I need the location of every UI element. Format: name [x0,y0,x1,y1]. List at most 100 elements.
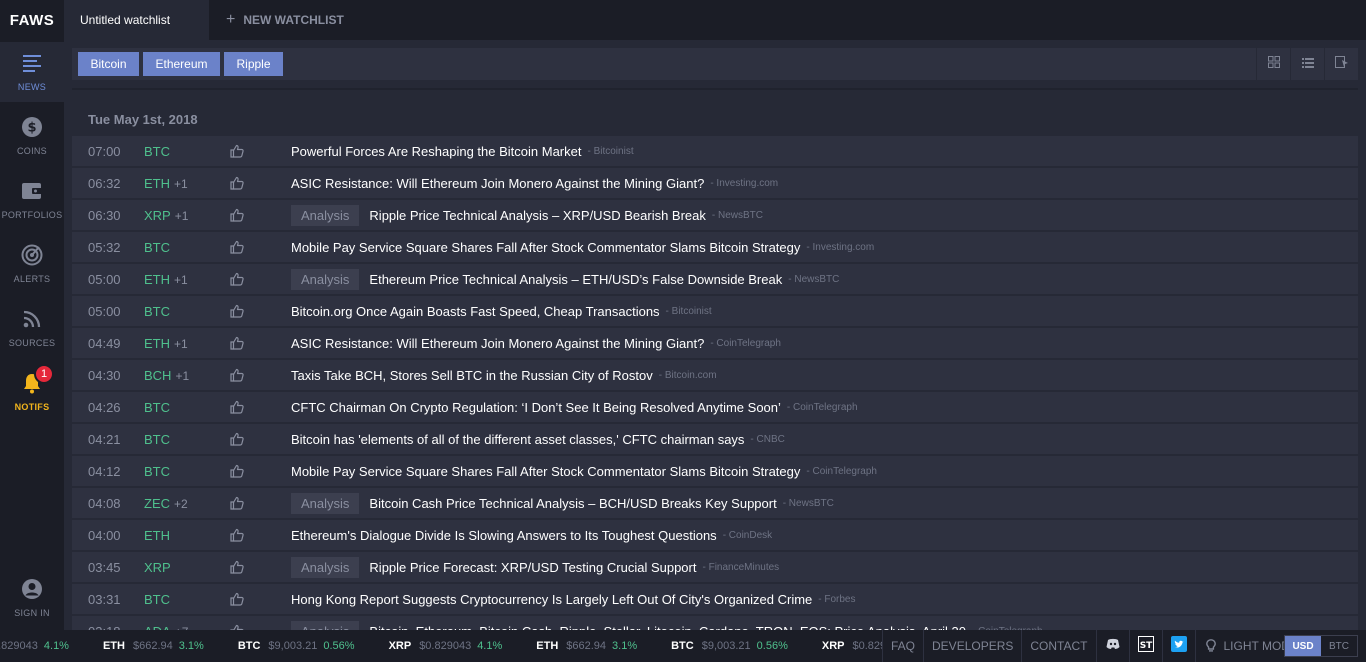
news-title[interactable]: Mobile Pay Service Square Shares Fall Af… [291,240,800,255]
sidebar-item-coins[interactable]: $ COINS [0,106,64,166]
thumbs-up-icon[interactable] [230,432,244,446]
news-coin[interactable]: ETH +1 [144,176,188,191]
filter-chip-bitcoin[interactable]: Bitcoin [78,52,139,76]
news-row[interactable]: 05:00 BTC Bitcoin.org Once Again Boasts Fa… [72,296,1358,326]
new-watchlist-button[interactable]: + NEW WATCHLIST [226,0,344,40]
news-row[interactable]: 04:49 ETH +1 ASIC Resistance: Will Ethereum… [72,328,1358,358]
tab-untitled-watchlist[interactable]: Untitled watchlist [64,0,209,40]
ticker-item[interactable]: 0.829043 4.1% [0,640,69,652]
news-title[interactable]: Bitcoin Cash Price Technical Analysis – … [369,496,776,511]
news-coin[interactable]: BTC [144,304,170,319]
news-row[interactable]: 04:08 ZEC +2 Analysis Bitcoin Cash Price Tec… [72,488,1358,518]
news-row[interactable]: 06:30 XRP +1 Analysis Ripple Price Technical… [72,200,1358,230]
thumbs-up-icon[interactable] [230,176,244,190]
thumbs-up-icon[interactable] [230,400,244,414]
stocktwits-button[interactable]: ST [1128,630,1162,662]
news-coin[interactable]: ETH [144,528,170,543]
thumbs-up-icon[interactable] [230,144,244,158]
filter-chip-ethereum[interactable]: Ethereum [143,52,220,76]
developers-link[interactable]: DEVELOPERS [923,630,1021,662]
news-row[interactable]: 05:00 ETH +1 Analysis Ethereum Price Technic… [72,264,1358,294]
news-coin[interactable]: BTC [144,400,170,415]
news-title[interactable]: Ethereum Price Technical Analysis – ETH/… [369,272,782,287]
sidebar-item-news[interactable]: NEWS [0,42,64,102]
thumbs-up-icon[interactable] [230,304,244,318]
sidebar-item-sources[interactable]: SOURCES [0,298,64,358]
ticker-item[interactable]: ETH $662.94 3.1% [536,640,637,652]
thumbs-up-icon[interactable] [230,528,244,542]
grid-view-button[interactable] [1256,48,1290,80]
news-coin[interactable]: ZEC +2 [144,496,188,511]
analysis-tag[interactable]: Analysis [291,492,360,514]
news-coin[interactable]: BTC [144,432,170,447]
ticker-item[interactable]: BTC $9,003.21 0.56% [671,640,788,652]
sidebar-item-signin[interactable]: SIGN IN [0,568,64,628]
thumbs-up-icon[interactable] [230,496,244,510]
discord-button[interactable] [1095,630,1129,662]
list-view-button[interactable] [1290,48,1324,80]
news-row[interactable]: 03:45 XRP Analysis Ripple Price Forecast: X… [72,552,1358,582]
news-title[interactable]: Bitcoin has 'elements of all of the diff… [291,432,744,447]
news-title[interactable]: Ripple Price Technical Analysis – XRP/US… [369,208,705,223]
news-coin[interactable]: BTC [144,144,170,159]
cursor-view-button[interactable] [1324,48,1358,80]
sidebar-item-notifs[interactable]: 1 NOTIFS [0,362,64,422]
news-row[interactable]: 04:12 BTC Mobile Pay Service Square Shares… [72,456,1358,486]
news-row[interactable]: 07:00 BTC Powerful Forces Are Reshaping th… [72,136,1358,166]
news-content: Bitcoin has 'elements of all of the diff… [291,432,785,447]
analysis-tag[interactable]: Analysis [291,556,360,578]
news-coin[interactable]: ETH +1 [144,336,188,351]
faq-link[interactable]: FAQ [882,630,923,662]
news-title[interactable]: Taxis Take BCH, Stores Sell BTC in the R… [291,368,653,383]
twitter-button[interactable] [1161,630,1195,662]
news-row[interactable]: 04:21 BTC Bitcoin has 'elements of all of … [72,424,1358,454]
news-title[interactable]: Ethereum's Dialogue Divide Is Slowing An… [291,528,717,543]
news-row[interactable]: 04:30 BCH +1 Taxis Take BCH, Stores Sell BT… [72,360,1358,390]
sidebar-item-label: ALERTS [13,274,51,284]
thumbs-up-icon[interactable] [230,336,244,350]
news-title[interactable]: Ripple Price Forecast: XRP/USD Testing C… [369,560,696,575]
news-coin[interactable]: XRP +1 [144,208,188,223]
ticker-item[interactable]: BTC $9,003.21 0.56% [238,640,355,652]
news-coin[interactable]: BTC [144,240,170,255]
news-title[interactable]: Powerful Forces Are Reshaping the Bitcoi… [291,144,581,159]
news-coin[interactable]: BTC [144,464,170,479]
news-content: Taxis Take BCH, Stores Sell BTC in the R… [291,368,717,383]
ticker-item[interactable]: XRP$0.8290434.1% [822,640,882,652]
news-row[interactable]: 05:32 BTC Mobile Pay Service Square Shares… [72,232,1358,262]
news-row[interactable]: 06:32 ETH +1 ASIC Resistance: Will Ethereum… [72,168,1358,198]
app-logo[interactable]: FAWS [0,0,64,40]
thumbs-up-icon[interactable] [230,464,244,478]
sidebar-item-portfolios[interactable]: PORTFOLIOS [0,170,64,230]
thumbs-up-icon[interactable] [230,272,244,286]
news-coin[interactable]: XRP [144,560,171,575]
news-coin[interactable]: BCH +1 [144,368,189,383]
thumbs-up-icon[interactable] [230,368,244,382]
analysis-tag[interactable]: Analysis [291,268,360,290]
news-title[interactable]: ASIC Resistance: Will Ethereum Join Mone… [291,176,704,191]
contact-link[interactable]: CONTACT [1021,630,1095,662]
ticker-item[interactable]: XRP$0.8290434.1% [389,640,503,652]
filter-chip-ripple[interactable]: Ripple [224,52,283,76]
news-coin[interactable]: BTC [144,592,170,607]
thumbs-up-icon[interactable] [230,240,244,254]
sidebar-item-alerts[interactable]: ALERTS [0,234,64,294]
news-row[interactable]: 04:00 ETH Ethereum's Dialogue Divide Is Sl… [72,520,1358,550]
thumbs-up-icon[interactable] [230,592,244,606]
news-title[interactable]: Bitcoin.org Once Again Boasts Fast Speed… [291,304,660,319]
ticker-item[interactable]: ETH $662.94 3.1% [103,640,204,652]
currency-btc[interactable]: BTC [1321,636,1357,656]
currency-usd[interactable]: USD [1285,636,1321,656]
news-title[interactable]: CFTC Chairman On Crypto Regulation: ‘I D… [291,400,781,415]
thumbs-up-icon[interactable] [230,208,244,222]
ticker-price: $0.829043 [852,640,882,652]
analysis-tag[interactable]: Analysis [291,204,360,226]
news-title[interactable]: Hong Kong Report Suggests Cryptocurrency… [291,592,812,607]
news-title[interactable]: ASIC Resistance: Will Ethereum Join Mone… [291,336,704,351]
news-row[interactable]: 04:26 BTC CFTC Chairman On Crypto Regulati… [72,392,1358,422]
news-coin[interactable]: ETH +1 [144,272,188,287]
news-title[interactable]: Mobile Pay Service Square Shares Fall Af… [291,464,800,479]
thumbs-up-icon[interactable] [230,560,244,574]
news-row[interactable]: 03:31 BTC Hong Kong Report Suggests Crypto… [72,584,1358,614]
coin-more-count: +1 [174,176,188,191]
